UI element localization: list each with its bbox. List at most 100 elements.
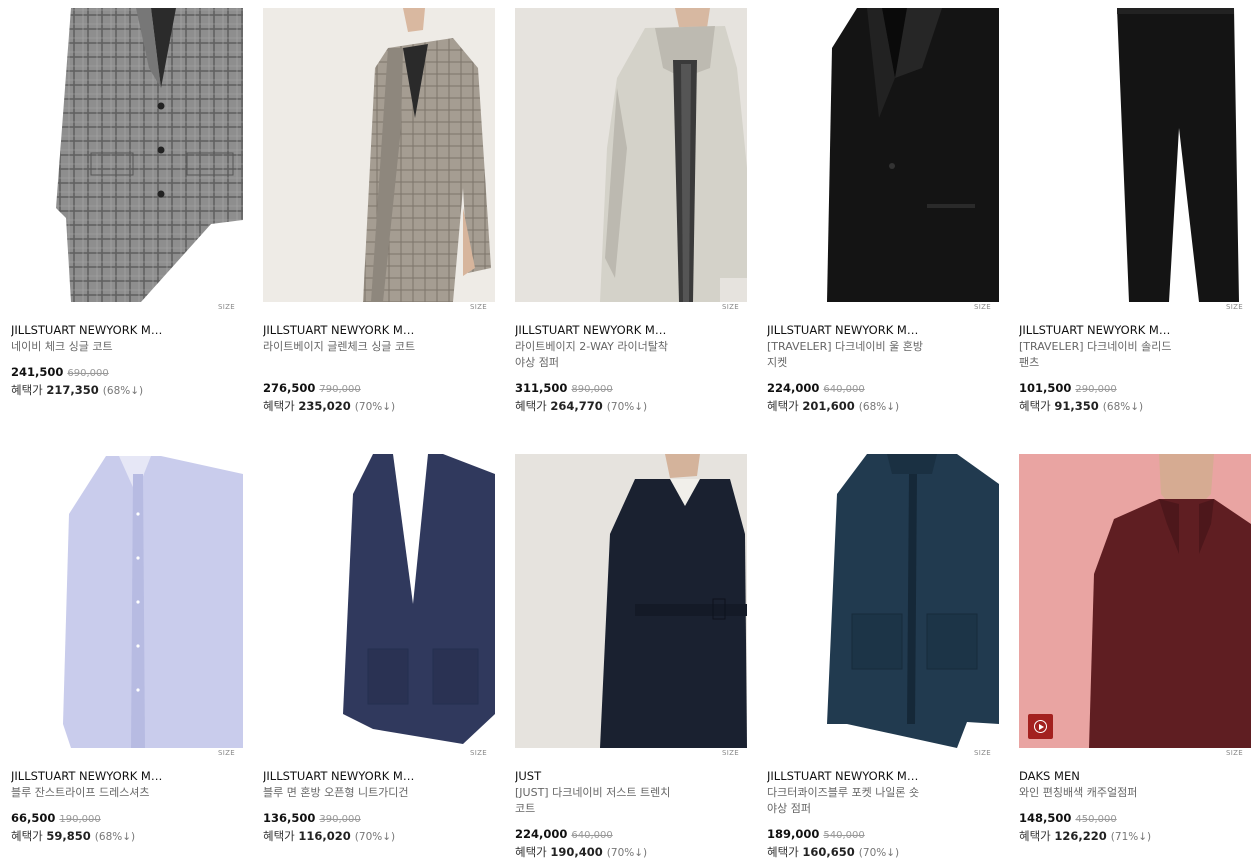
product-image[interactable] [515,8,747,302]
benefit-price: 264,770 [550,399,603,413]
size-label: SIZE [470,749,487,757]
size-label: SIZE [722,749,739,757]
product-card[interactable]: SIZE JILLSTUART NEWYORK M… 라이트베이지 글렌체크 싱… [252,0,504,420]
product-card[interactable]: SIZE JILLSTUART NEWYORK M… 블루 면 혼방 오픈형 니… [252,446,504,862]
product-name[interactable]: [JUST] 다크네이비 저스트 트렌치 코트 [515,785,675,817]
product-name[interactable]: 와인 편칭배색 캐주얼점퍼 [1019,785,1179,801]
discount-rate: (68%↓) [858,401,900,413]
product-card[interactable]: SIZE JILLSTUART NEWYORK M… 라이트베이지 2-WAY … [504,0,756,420]
price-row: 189,000 540,000 [767,827,865,841]
original-price: 640,000 [823,384,865,395]
product-brand[interactable]: DAKS MEN [1019,769,1258,783]
benefit-price: 126,220 [1054,829,1107,843]
product-name[interactable]: 블루 면 혼방 오픈형 니트가디건 [263,785,423,801]
benefit-label: 혜택가 [263,399,295,413]
sale-price: 189,000 [767,827,820,841]
product-brand[interactable]: JILLSTUART NEWYORK M… [1019,323,1258,337]
product-image[interactable] [263,8,495,302]
benefit-price: 235,020 [298,399,351,413]
beige-check-coat-model-image [263,8,495,302]
original-price: 790,000 [319,384,361,395]
benefit-row: 혜택가 201,600 (68%↓) [767,398,899,414]
discount-rate: (71%↓) [1110,831,1152,843]
size-label: SIZE [1226,303,1243,311]
product-image[interactable] [1019,454,1251,748]
product-image[interactable] [11,8,243,302]
size-label: SIZE [974,303,991,311]
dark-navy-jacket-image [827,8,999,302]
discount-rate: (70%↓) [606,847,648,859]
product-card[interactable]: SIZE DAKS MEN 와인 편칭배색 캐주얼점퍼 148,500 450,0… [1008,446,1258,862]
price-row: 241,500 690,000 [11,365,109,379]
price-row: 311,500 890,000 [515,381,613,395]
navy-trench-model-image [515,454,747,748]
original-price: 690,000 [67,368,109,379]
product-brand[interactable]: JILLSTUART NEWYORK M… [767,323,1007,337]
product-name[interactable]: 라이트베이지 2-WAY 라이너탈착 야상 점퍼 [515,339,675,371]
product-image[interactable] [515,454,747,748]
benefit-row: 혜택가 116,020 (70%↓) [263,828,395,844]
discount-rate: (70%↓) [858,847,900,859]
product-name[interactable]: [TRAVELER] 다크네이비 울 혼방 지켓 [767,339,927,371]
product-image[interactable] [767,454,999,748]
product-card[interactable]: SIZE JILLSTUART NEWYORK M… [TRAVELER] 다크… [756,0,1008,420]
product-card[interactable]: SIZE JILLSTUART NEWYORK M… 블루 잔스트라이프 드레스… [0,446,252,862]
product-brand[interactable]: JILLSTUART NEWYORK M… [767,769,1007,783]
benefit-price: 91,350 [1054,399,1099,413]
price-row: 224,000 640,000 [515,827,613,841]
product-name[interactable]: 네이비 체크 싱글 코트 [11,339,171,355]
benefit-row: 혜택가 264,770 (70%↓) [515,398,647,414]
size-label: SIZE [218,749,235,757]
product-card[interactable]: SIZE JILLSTUART NEWYORK M… [TRAVELER] 다크… [1008,0,1258,420]
size-label: SIZE [470,303,487,311]
sale-price: 136,500 [263,811,316,825]
beige-parka-model-image [515,8,747,302]
product-name[interactable]: 다크터콰이즈블루 포켓 나일론 숏 야상 점퍼 [767,785,927,817]
sale-price: 101,500 [1019,381,1072,395]
original-price: 450,000 [1075,814,1117,825]
benefit-label: 혜택가 [515,845,547,859]
product-image[interactable] [767,8,999,302]
benefit-label: 혜택가 [1019,829,1051,843]
product-image[interactable] [11,454,243,748]
original-price: 290,000 [1075,384,1117,395]
sale-price: 241,500 [11,365,64,379]
product-grid: SIZE JILLSTUART NEWYORK M… 네이비 체크 싱글 코트 … [0,0,1258,862]
product-card[interactable]: SIZE JILLSTUART NEWYORK M… 네이비 체크 싱글 코트 … [0,0,252,420]
discount-rate: (70%↓) [354,831,396,843]
product-brand[interactable]: JILLSTUART NEWYORK M… [515,323,755,337]
original-price: 190,000 [59,814,101,825]
original-price: 890,000 [571,384,613,395]
discount-rate: (70%↓) [606,401,648,413]
product-brand[interactable]: JILLSTUART NEWYORK M… [263,323,503,337]
teal-field-jacket-image [827,454,999,748]
benefit-label: 혜택가 [263,829,295,843]
dark-navy-pants-image [1117,8,1239,302]
product-name[interactable]: 라이트베이지 글렌체크 싱글 코트 [263,339,423,355]
product-image[interactable] [1019,8,1251,302]
benefit-row: 혜택가 126,220 (71%↓) [1019,828,1151,844]
product-card[interactable]: SIZE JUST [JUST] 다크네이비 저스트 트렌치 코트 224,00… [504,446,756,862]
product-card[interactable]: SIZE JILLSTUART NEWYORK M… 다크터콰이즈블루 포켓 나… [756,446,1008,862]
wine-jacket-model-image [1019,454,1251,748]
benefit-label: 혜택가 [515,399,547,413]
original-price: 390,000 [319,814,361,825]
sale-price: 224,000 [515,827,568,841]
price-row: 224,000 640,000 [767,381,865,395]
product-image[interactable] [263,454,495,748]
product-name[interactable]: [TRAVELER] 다크네이비 솔리드 팬츠 [1019,339,1179,371]
product-name[interactable]: 블루 잔스트라이프 드레스셔츠 [11,785,171,801]
product-brand[interactable]: JUST [515,769,755,783]
benefit-row: 혜택가 217,350 (68%↓) [11,382,143,398]
benefit-price: 116,020 [298,829,351,843]
product-brand[interactable]: JILLSTUART NEWYORK M… [263,769,503,783]
blue-dress-shirt-image [63,456,243,748]
original-price: 540,000 [823,830,865,841]
product-brand[interactable]: JILLSTUART NEWYORK M… [11,323,251,337]
play-video-button[interactable] [1028,714,1053,739]
product-brand[interactable]: JILLSTUART NEWYORK M… [11,769,251,783]
benefit-price: 160,650 [802,845,855,859]
benefit-row: 혜택가 190,400 (70%↓) [515,844,647,860]
price-row: 136,500 390,000 [263,811,361,825]
benefit-price: 201,600 [802,399,855,413]
